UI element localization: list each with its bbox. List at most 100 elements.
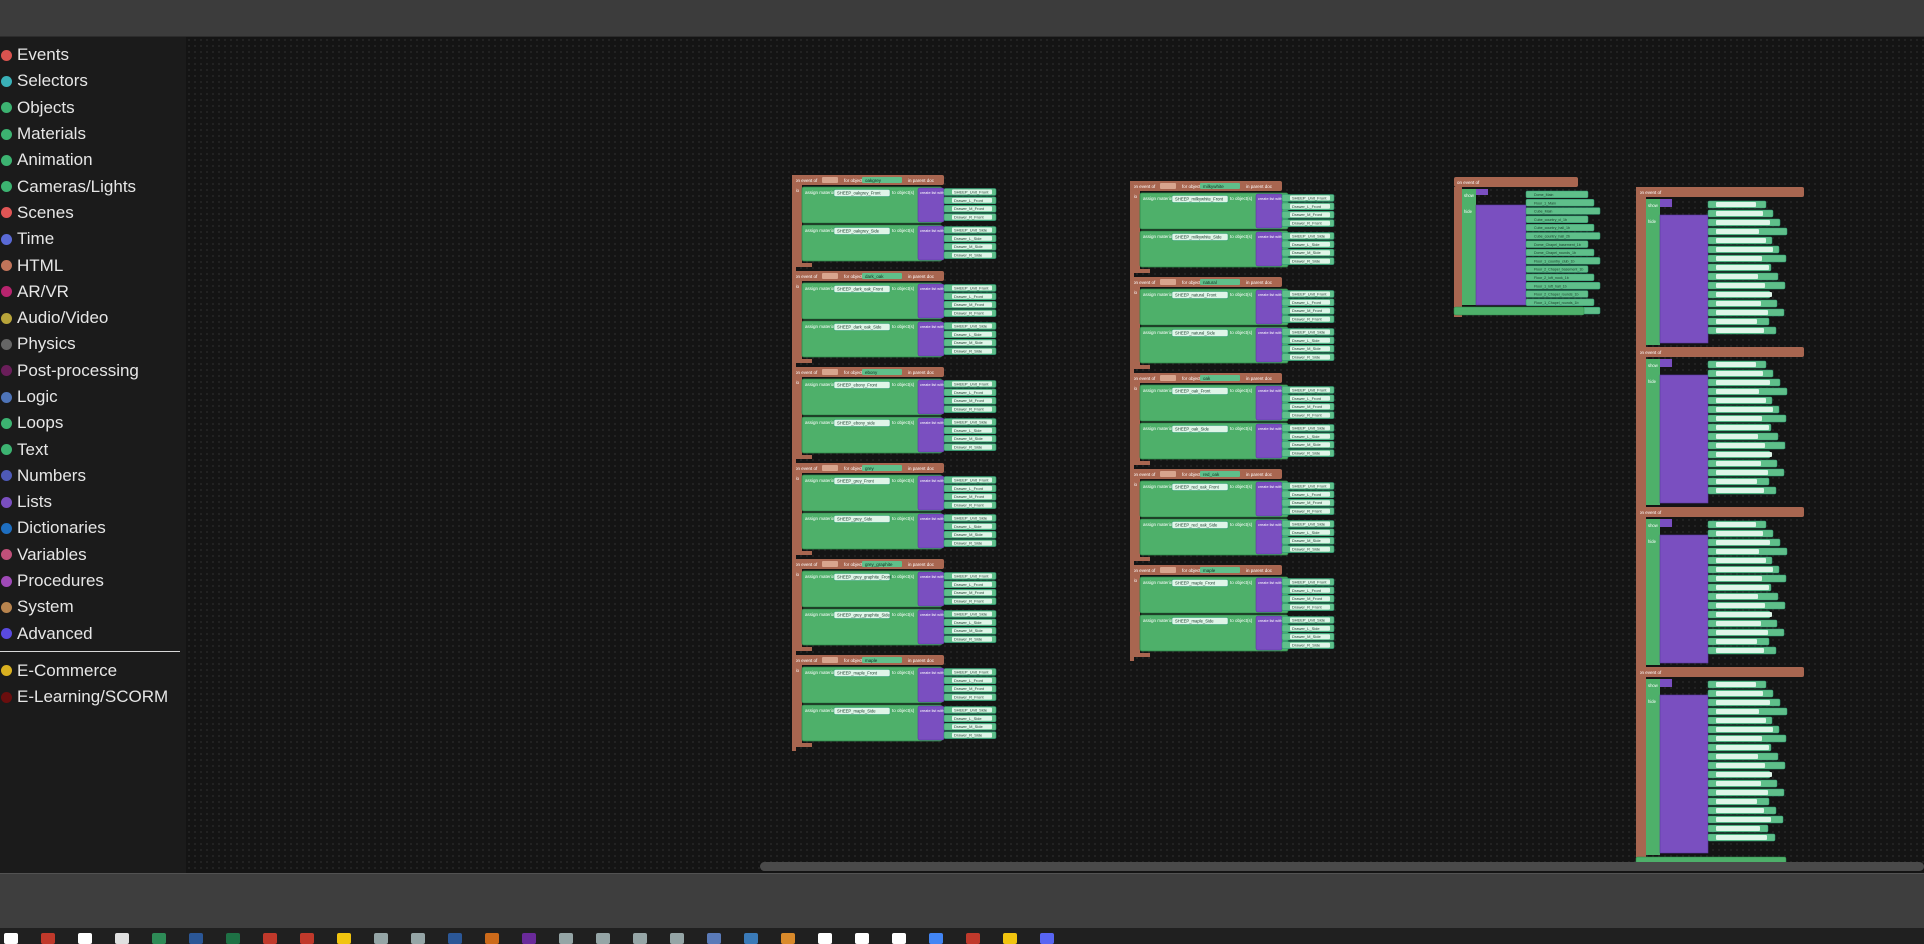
category-materials[interactable]: Materials <box>0 121 186 147</box>
list-item-text: Drawer_L_Side <box>954 428 982 433</box>
app8-icon[interactable] <box>818 933 832 944</box>
notes-icon[interactable] <box>337 933 351 944</box>
list-item-text: Drawer_R_Side <box>1292 355 1321 360</box>
app3-icon[interactable] <box>596 933 610 944</box>
list-item-text: SHEEP_Unit_Side <box>1292 233 1326 238</box>
category-lists[interactable]: Lists <box>0 489 186 515</box>
chart-icon[interactable] <box>152 933 166 944</box>
calc-icon[interactable] <box>115 933 129 944</box>
ai-icon[interactable] <box>485 933 499 944</box>
category-physics[interactable]: Physics <box>0 331 186 357</box>
doc-icon[interactable] <box>78 933 92 944</box>
assign-material-label: assign material <box>805 574 835 579</box>
excel-icon[interactable] <box>226 933 240 944</box>
category-ar-vr[interactable]: AR/VR <box>0 279 186 305</box>
horizontal-scrollbar[interactable] <box>759 862 1924 871</box>
app10-icon[interactable] <box>892 933 906 944</box>
files-icon[interactable] <box>374 933 388 944</box>
folder-icon[interactable] <box>1003 933 1017 944</box>
list-item-text-field <box>1716 238 1766 243</box>
category-text[interactable]: Text <box>0 436 186 462</box>
list-item-text: Drawer_M_Front <box>954 494 985 499</box>
list-item-text-field <box>1716 835 1767 840</box>
app7-icon[interactable] <box>781 933 795 944</box>
app6-icon[interactable] <box>744 933 758 944</box>
list-item-text: SHEEP_Unit_Side <box>1292 617 1326 622</box>
steam-icon[interactable] <box>670 933 684 944</box>
cameras-color-icon <box>1 181 12 193</box>
app-icon[interactable] <box>41 933 55 944</box>
for-object-label: for object <box>844 370 863 375</box>
list-item-text-field <box>1716 754 1758 759</box>
create-list-label: create list with <box>920 479 944 483</box>
toolbox-panel: Events Selectors Objects Materials Animation… <box>0 37 186 873</box>
category-e-commerce[interactable]: E-Commerce <box>0 658 186 684</box>
event-type-dropdown <box>822 561 838 567</box>
create-list-label: create list with <box>920 383 944 387</box>
media-icon[interactable] <box>300 933 314 944</box>
category-dictionaries[interactable]: Dictionaries <box>0 515 186 541</box>
ps-icon[interactable] <box>448 933 462 944</box>
app2-icon[interactable] <box>559 933 573 944</box>
list-item-text-field <box>1716 202 1756 207</box>
list-item-text: Drawer_M_Side <box>1292 538 1321 543</box>
ecommerce-color-icon <box>1 665 12 677</box>
blocks-canvas[interactable]: on event of for object oakgrey in parent do… <box>186 37 1924 873</box>
category-events[interactable]: Events <box>0 42 186 68</box>
category-cameras-lights[interactable]: Cameras/Lights <box>0 173 186 199</box>
category-advanced[interactable]: Advanced <box>0 621 186 647</box>
create-list-label: create list with <box>1258 427 1282 431</box>
category-html[interactable]: HTML <box>0 252 186 278</box>
category-animation[interactable]: Animation <box>0 147 186 173</box>
category-scenes[interactable]: Scenes <box>0 200 186 226</box>
category-procedures[interactable]: Procedures <box>0 568 186 594</box>
create-list-label: create list with <box>1258 331 1282 335</box>
category-audio-video[interactable]: Audio/Video <box>0 305 186 331</box>
category-post-processing[interactable]: Post-processing <box>0 358 186 384</box>
material-name: SHEEP_dark_oak_Front <box>837 287 884 292</box>
event-type-dropdown <box>1160 375 1176 381</box>
for-object-label: for object <box>1182 376 1201 381</box>
list-item-text: Drawer_M_Front <box>1292 404 1323 409</box>
hide-label: hide <box>1464 209 1473 214</box>
material-name: SHEEP_ebony_side <box>837 421 876 426</box>
list-item-text: Drawer_M_Front <box>1292 308 1323 313</box>
material-name: SHEEP_red_oak_Front <box>1175 485 1220 490</box>
chrome-icon[interactable] <box>929 933 943 944</box>
to-objects-label: to object(s) <box>892 670 915 675</box>
category-loops[interactable]: Loops <box>0 410 186 436</box>
object-name: milkywhite <box>1203 184 1224 189</box>
app9-icon[interactable] <box>855 933 869 944</box>
list-item-text: Floor_2_Chapel_basement_1b <box>1534 268 1583 272</box>
category-variables[interactable]: Variables <box>0 542 186 568</box>
pdf-icon[interactable] <box>263 933 277 944</box>
category-logic[interactable]: Logic <box>0 384 186 410</box>
category-numbers[interactable]: Numbers <box>0 463 186 489</box>
category-objects[interactable]: Objects <box>0 95 186 121</box>
app11-icon[interactable] <box>966 933 980 944</box>
category-system[interactable]: System <box>0 594 186 620</box>
list-item-text: Dome_Chapel_rounds_1b <box>1534 251 1576 255</box>
app4-icon[interactable] <box>633 933 647 944</box>
word-icon[interactable] <box>189 933 203 944</box>
category-label: Text <box>17 439 49 459</box>
discord-icon[interactable] <box>1040 933 1054 944</box>
app5-icon[interactable] <box>707 933 721 944</box>
list-item-text-field <box>1716 452 1772 457</box>
list-item-text-field <box>1716 808 1764 813</box>
list-item-text: Floor_1_Main <box>1534 201 1556 205</box>
assign-material-label: assign material <box>805 420 835 425</box>
category-e-learning-scorm[interactable]: E-Learning/SCORM <box>0 684 186 710</box>
list-item-text: Drawer_R_Front <box>954 503 984 508</box>
bottom-panel <box>0 873 1924 928</box>
windows-icon[interactable] <box>4 933 18 944</box>
pr-icon[interactable] <box>522 933 536 944</box>
blocks-workspace[interactable]: on event of for object oakgrey in parent do… <box>186 37 1924 873</box>
material-name: SHEEP_grey_graphite_Front <box>837 575 892 580</box>
settings-icon[interactable] <box>411 933 425 944</box>
to-objects-label: to object(s) <box>1230 388 1253 393</box>
text-color-icon <box>1 444 12 456</box>
category-selectors[interactable]: Selectors <box>0 68 186 94</box>
event-type-dropdown <box>822 369 838 375</box>
category-time[interactable]: Time <box>0 226 186 252</box>
